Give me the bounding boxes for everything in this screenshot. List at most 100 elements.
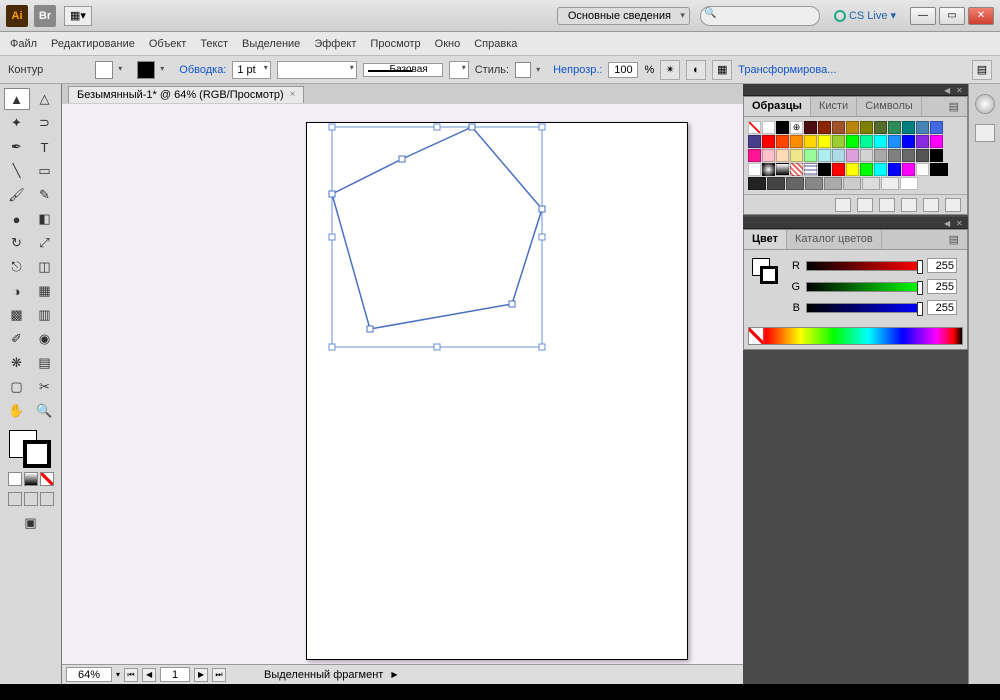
artboard-tool[interactable]: ▢ (4, 376, 30, 398)
zoom-dropdown-icon[interactable]: ▾ (116, 670, 120, 679)
swatch-kind-button[interactable] (857, 198, 873, 212)
fill-stroke-control[interactable] (9, 430, 53, 466)
blend-tool[interactable]: ◉ (32, 328, 58, 350)
arrange-documents-button[interactable]: ▦▾ (64, 6, 92, 26)
swatch-item[interactable] (824, 177, 842, 190)
g-slider[interactable] (806, 282, 921, 292)
hand-tool[interactable]: ✋ (4, 400, 30, 422)
swatch-item[interactable] (776, 121, 789, 134)
perspective-tool[interactable]: ▦ (32, 280, 58, 302)
screen-mode-button[interactable]: ▣ (18, 512, 44, 534)
fill-swatch[interactable] (95, 61, 113, 79)
maximize-button[interactable]: ▭ (939, 7, 965, 25)
menu-object[interactable]: Объект (149, 38, 186, 50)
scale-tool[interactable]: ⤢ (32, 232, 58, 254)
panel-stack-header-2[interactable]: ◀✕ (743, 217, 968, 229)
swatch-item[interactable] (818, 135, 831, 148)
close-tab-icon[interactable]: × (290, 89, 296, 100)
swatch-item[interactable] (767, 177, 785, 190)
swatch-item[interactable] (874, 121, 887, 134)
pencil-tool[interactable]: ✎ (32, 184, 58, 206)
b-input[interactable] (927, 300, 957, 315)
menu-effect[interactable]: Эффект (314, 38, 356, 50)
swatch-item[interactable] (790, 149, 803, 162)
graphic-style-swatch[interactable] (515, 62, 531, 78)
brush-more-dropdown[interactable] (449, 61, 469, 79)
symbol-sprayer-tool[interactable]: ❋ (4, 352, 30, 374)
eyedropper-tool[interactable]: ✐ (4, 328, 30, 350)
swatch-item[interactable]: ⊕ (790, 121, 803, 134)
magic-wand-tool[interactable]: ✦ (4, 112, 30, 134)
swatch-item[interactable] (748, 163, 761, 176)
swatch-item[interactable] (860, 149, 873, 162)
next-artboard-button[interactable]: ▶ (194, 668, 208, 682)
swatch-item[interactable] (930, 121, 943, 134)
artboard-number-input[interactable] (160, 667, 190, 682)
document-tab[interactable]: Безымянный-1* @ 64% (RGB/Просмотр) × (68, 86, 304, 103)
swatch-item[interactable] (832, 135, 845, 148)
menu-select[interactable]: Выделение (242, 38, 300, 50)
swatch-item[interactable] (762, 149, 775, 162)
brushes-tab[interactable]: Кисти (811, 97, 857, 116)
zoom-tool[interactable]: 🔍 (32, 400, 58, 422)
transform-link[interactable]: Трансформирова... (738, 64, 836, 76)
pen-tool[interactable]: ✒ (4, 136, 30, 158)
none-color-corner[interactable] (749, 328, 763, 344)
status-info[interactable]: Выделенный фрагмент (264, 669, 383, 681)
swatch-item[interactable] (748, 177, 766, 190)
b-slider[interactable] (806, 303, 921, 313)
swatch-item[interactable] (860, 121, 873, 134)
minimize-button[interactable]: — (910, 7, 936, 25)
swatch-item[interactable] (832, 121, 845, 134)
panel-stack-header[interactable]: ◀✕ (743, 84, 968, 96)
menu-edit[interactable]: Редактирование (51, 38, 135, 50)
swatch-item[interactable] (888, 135, 901, 148)
delete-swatch-button[interactable] (945, 198, 961, 212)
rectangle-tool[interactable]: ▭ (32, 160, 58, 182)
swatch-item[interactable] (846, 121, 859, 134)
stroke-link[interactable]: Обводка: (179, 64, 226, 76)
dock-icon-appearance[interactable] (975, 94, 995, 114)
opacity-link[interactable]: Непрозр.: (553, 64, 602, 76)
swatch-item[interactable] (776, 149, 789, 162)
swatch-item[interactable] (776, 163, 789, 176)
swatch-item[interactable] (916, 149, 929, 162)
draw-behind-button[interactable] (24, 492, 38, 506)
panel-menu-icon[interactable]: ▤ (941, 97, 967, 116)
control-menu-button[interactable]: ▤ (972, 60, 992, 80)
r-input[interactable] (927, 258, 957, 273)
menu-text[interactable]: Текст (200, 38, 228, 50)
swatch-item[interactable] (748, 121, 761, 134)
slice-tool[interactable]: ✂ (32, 376, 58, 398)
free-transform-tool[interactable]: ◫ (32, 256, 58, 278)
color-panel-menu-icon[interactable]: ▤ (941, 230, 967, 249)
width-tool[interactable]: ⎋ (4, 256, 30, 278)
swatch-item[interactable] (832, 163, 845, 176)
menu-help[interactable]: Справка (474, 38, 517, 50)
swatch-item[interactable] (930, 135, 943, 148)
color-mode-button[interactable] (8, 472, 22, 486)
swatch-item[interactable] (902, 135, 915, 148)
swatch-item[interactable] (843, 177, 861, 190)
swatch-libraries-button[interactable] (835, 198, 851, 212)
swatch-item[interactable] (902, 149, 915, 162)
swatches-grid[interactable]: ⊕ (748, 121, 948, 190)
draw-inside-button[interactable] (40, 492, 54, 506)
menu-file[interactable]: Файл (10, 38, 37, 50)
swatch-item[interactable] (846, 135, 859, 148)
swatch-item[interactable] (930, 163, 948, 176)
swatch-item[interactable] (818, 121, 831, 134)
swatch-item[interactable] (888, 149, 901, 162)
draw-normal-button[interactable] (8, 492, 22, 506)
swatch-item[interactable] (805, 177, 823, 190)
bridge-logo-button[interactable]: Br (34, 5, 56, 27)
swatch-item[interactable] (874, 163, 887, 176)
swatch-item[interactable] (902, 163, 915, 176)
swatch-item[interactable] (930, 149, 943, 162)
r-slider[interactable] (806, 261, 921, 271)
none-mode-button[interactable] (40, 472, 54, 486)
stroke-swatch[interactable] (137, 61, 155, 79)
swatch-item[interactable] (748, 135, 761, 148)
recolor-artwork-button[interactable]: ✴ (660, 60, 680, 80)
new-color-group-button[interactable] (901, 198, 917, 212)
